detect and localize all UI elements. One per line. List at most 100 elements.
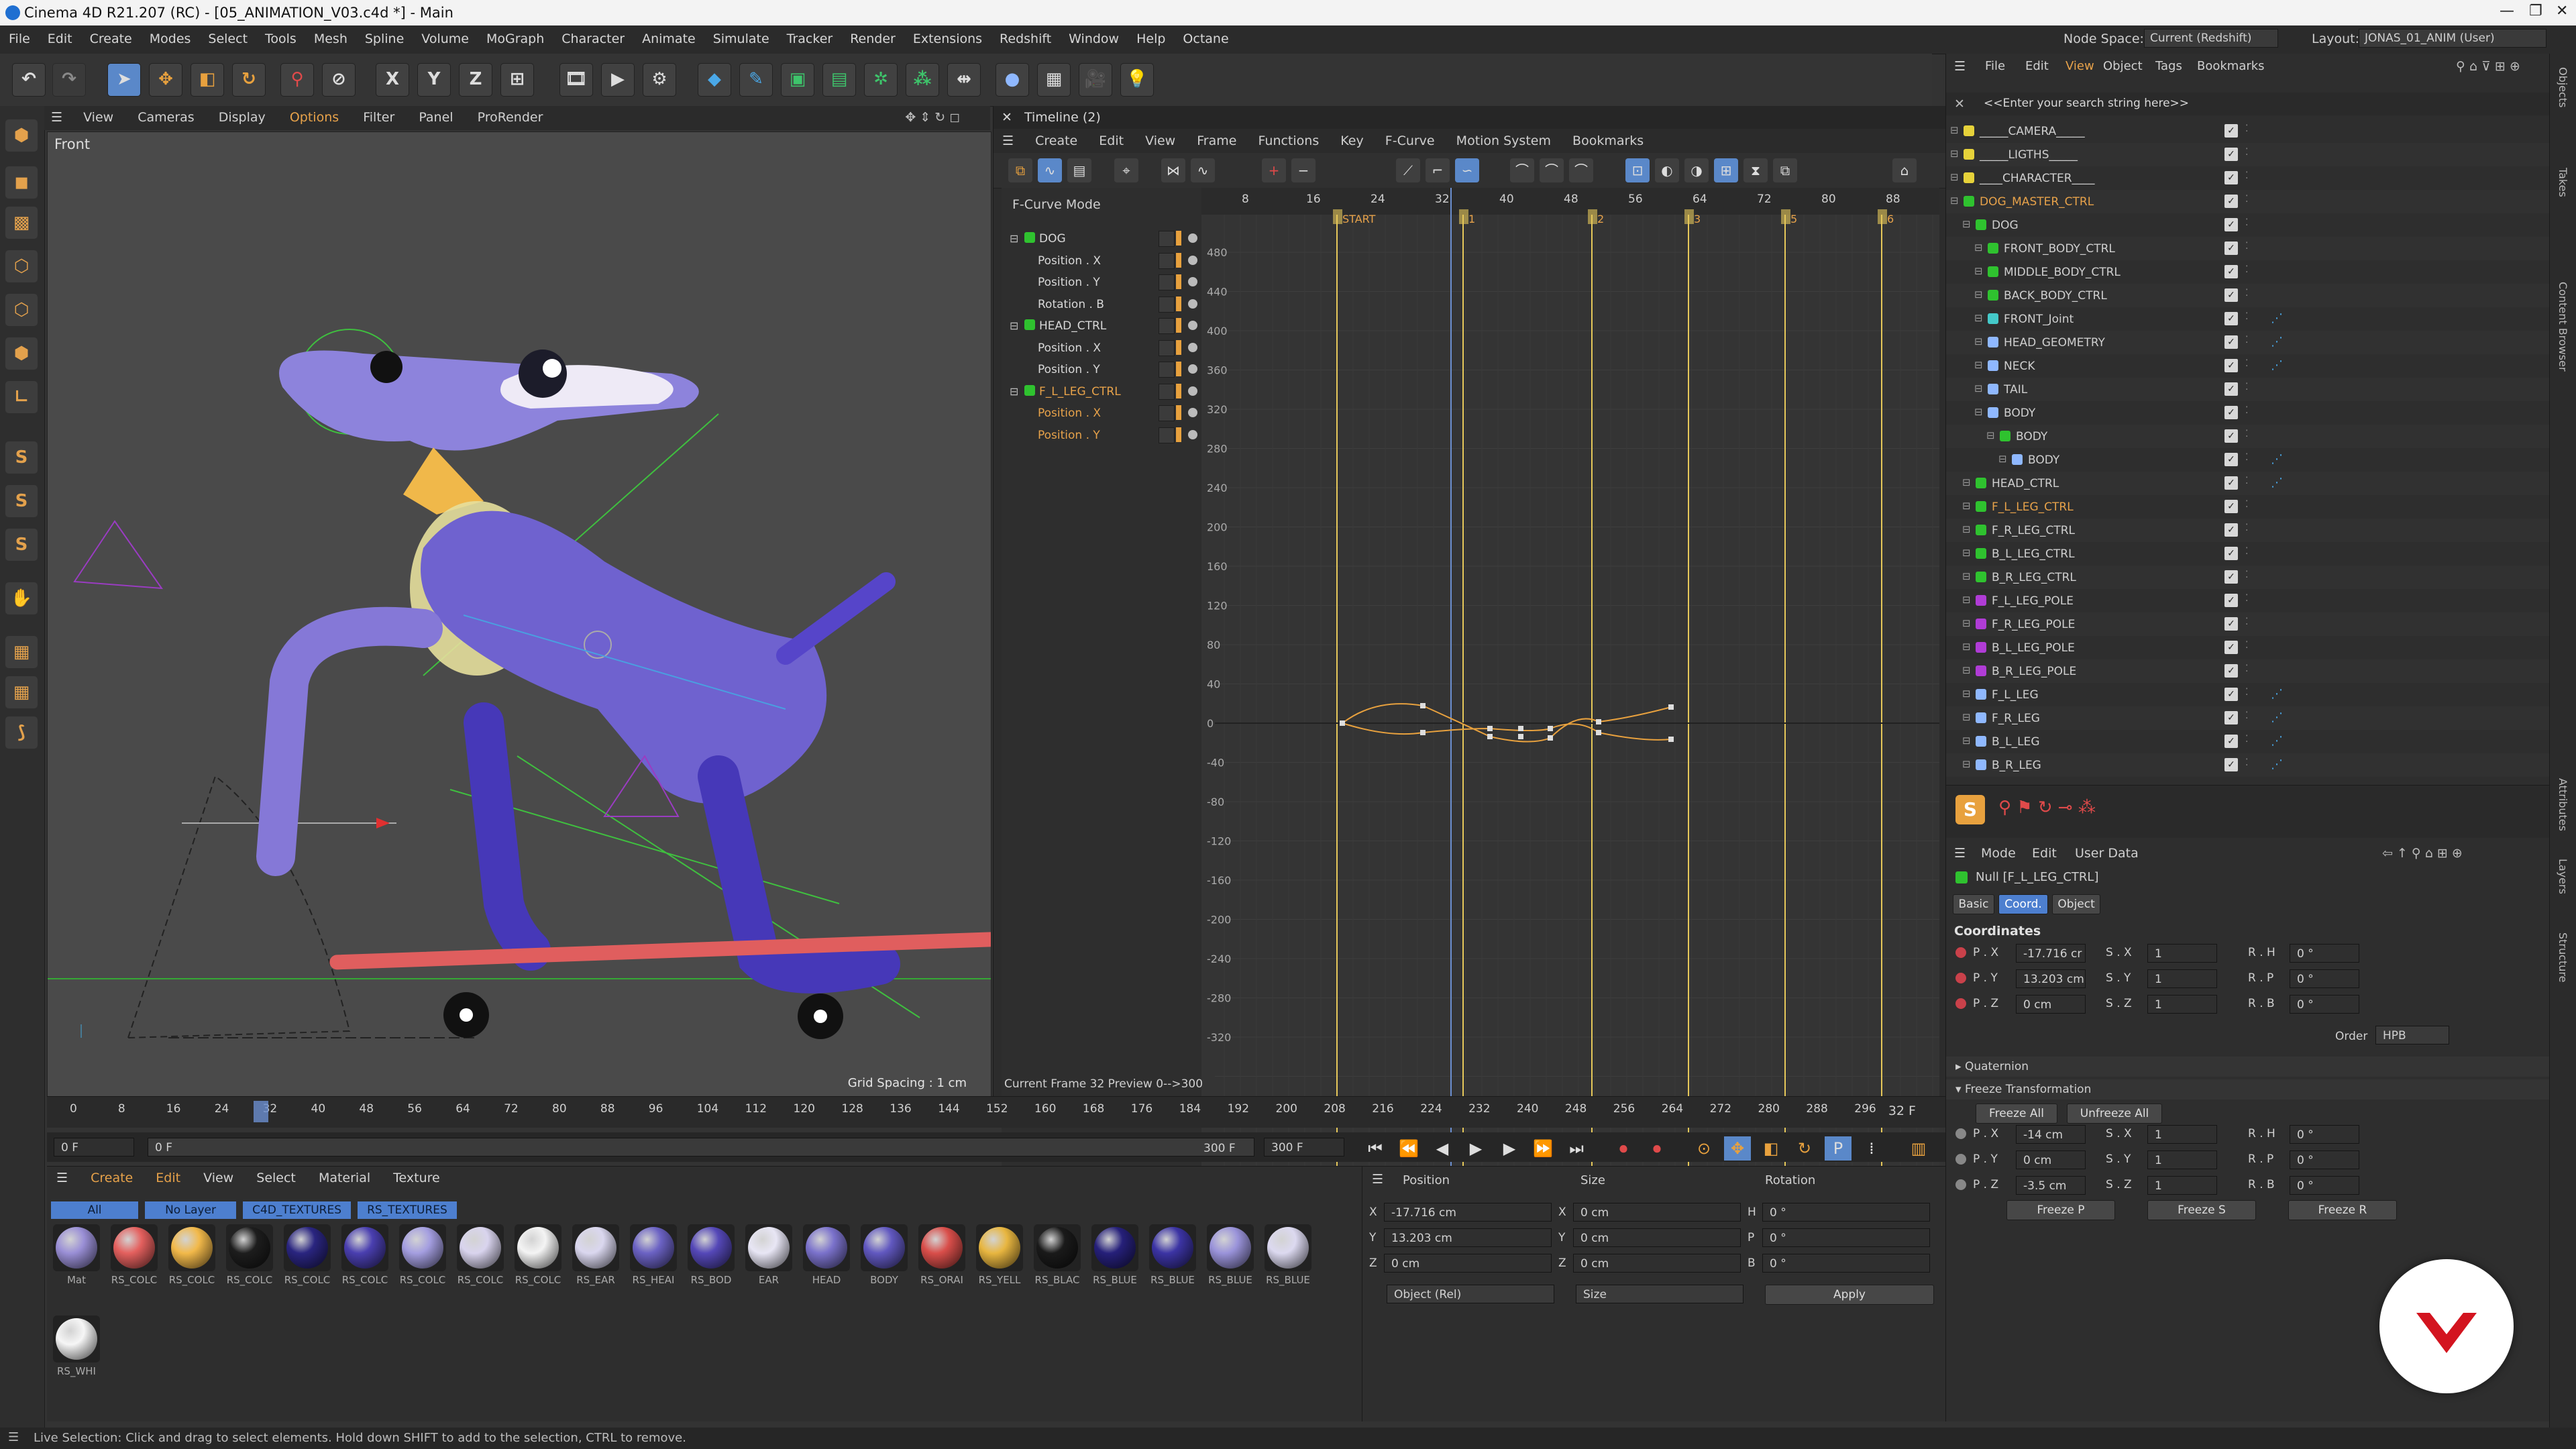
light-icon[interactable]: 💡 bbox=[1120, 63, 1154, 97]
keyframe-point[interactable] bbox=[1668, 737, 1674, 742]
menu-item-19[interactable]: Octane bbox=[1174, 25, 1237, 52]
keyframe-point[interactable] bbox=[1487, 734, 1493, 739]
render-dots-icon[interactable]: ⁚ bbox=[2245, 335, 2248, 345]
undo-icon[interactable]: ↶ bbox=[12, 63, 46, 97]
render-dots-icon[interactable]: ⁚ bbox=[2245, 570, 2248, 580]
tab-coord[interactable]: Coord. bbox=[1998, 894, 2049, 914]
render-dots-icon[interactable]: ⁚ bbox=[2245, 757, 2248, 768]
marker-flag[interactable] bbox=[1878, 209, 1887, 224]
visibility-toggle-icon[interactable]: ✓ bbox=[2224, 124, 2238, 138]
unfreeze-all-button[interactable]: Unfreeze All bbox=[2067, 1104, 2162, 1124]
expand-icon[interactable]: ⊟ bbox=[1974, 312, 1983, 324]
freeze-p-button[interactable]: Freeze P bbox=[2006, 1200, 2115, 1220]
restore-icon[interactable]: ❐ bbox=[2529, 3, 2542, 19]
attr-r-field[interactable]: 0 ° bbox=[2290, 1125, 2359, 1144]
object-row[interactable]: ⊟ B_R_LEG ✓ ⁚ ⋰ bbox=[1946, 753, 2550, 777]
freeze-section[interactable]: ▾ Freeze Transformation bbox=[1946, 1079, 2550, 1099]
floor-icon[interactable]: ▦ bbox=[1037, 63, 1071, 97]
material-swatch[interactable]: EAR bbox=[743, 1224, 794, 1286]
material-menu-select[interactable]: Select bbox=[247, 1167, 305, 1189]
spline-step-icon[interactable]: ⌐ bbox=[1426, 158, 1450, 182]
render-region-icon[interactable]: 🎞 bbox=[559, 63, 593, 97]
deformer-icon[interactable]: ⇹ bbox=[947, 63, 981, 97]
quaternion-section[interactable]: ▸ Quaternion bbox=[1946, 1057, 2550, 1077]
model-mode-icon[interactable]: ◼ bbox=[5, 166, 38, 199]
tab-no-layer[interactable]: No Layer bbox=[145, 1201, 237, 1219]
polygons-mode-icon[interactable]: ⬢ bbox=[5, 337, 38, 370]
show-all-icon[interactable]: ⊞ bbox=[1714, 158, 1738, 182]
freeze-s-button[interactable]: Freeze S bbox=[2147, 1200, 2256, 1220]
range-slider[interactable]: 0 F bbox=[148, 1138, 1254, 1157]
object-row[interactable]: ⊟ FRONT_BODY_CTRL ✓ ⁚ bbox=[1946, 237, 2550, 260]
render-dots-icon[interactable]: ⁚ bbox=[2245, 663, 2248, 674]
object-row[interactable]: ⊟ B_L_LEG ✓ ⁚ ⋰ bbox=[1946, 730, 2550, 753]
curve-filter-icon[interactable]: ∿ bbox=[1191, 158, 1215, 182]
redo-icon[interactable]: ↷ bbox=[52, 63, 86, 97]
object-row[interactable]: ⊟ _____CAMERA_____ ✓ ⁚ bbox=[1946, 119, 2550, 143]
keyframe-indicator-icon[interactable] bbox=[1955, 947, 1966, 958]
go-to-end-icon[interactable]: ⏭ bbox=[1563, 1136, 1590, 1161]
menu-item-15[interactable]: Extensions bbox=[904, 25, 991, 52]
material-swatch[interactable]: RS_BLUE bbox=[1263, 1224, 1313, 1286]
visibility-toggle-icon[interactable]: ✓ bbox=[2224, 664, 2238, 678]
hamburger-icon[interactable]: ☰ bbox=[1954, 59, 1966, 74]
menu-item-14[interactable]: Render bbox=[841, 25, 904, 52]
timeline-track[interactable]: Position . X bbox=[1002, 250, 1203, 270]
attr-s-field[interactable]: 1 bbox=[2147, 944, 2217, 963]
render-dots-icon[interactable]: ⁚ bbox=[2245, 264, 2248, 275]
tweak-icon[interactable]: ✋ bbox=[5, 582, 38, 614]
visibility-toggle-icon[interactable]: ✓ bbox=[2224, 735, 2238, 748]
ik-tag-icon[interactable]: ⋰ bbox=[2271, 452, 2283, 466]
lock-workplane-icon[interactable]: ⟆ bbox=[5, 716, 38, 749]
expand-icon[interactable]: ⊟ bbox=[1962, 476, 1971, 488]
material-swatch[interactable]: RS_HEAI bbox=[628, 1224, 679, 1286]
camera-icon[interactable]: 🎥 bbox=[1079, 63, 1112, 97]
expand-icon[interactable]: ⊟ bbox=[1962, 711, 1971, 723]
hamburger-icon[interactable]: ☰ bbox=[44, 107, 69, 127]
marker-flag[interactable] bbox=[1781, 209, 1790, 224]
attr-s-field[interactable]: 1 bbox=[2147, 1176, 2217, 1195]
coord-size-mode-select[interactable]: Size bbox=[1576, 1285, 1743, 1303]
close-icon[interactable]: ✕ bbox=[2556, 3, 2568, 19]
tab-c4d-textures[interactable]: C4D_TEXTURES bbox=[243, 1201, 352, 1219]
viewport-menu-prorender[interactable]: ProRender bbox=[468, 106, 553, 129]
visibility-toggle-icon[interactable]: ✓ bbox=[2224, 406, 2238, 419]
previous-key-icon[interactable]: ⏪ bbox=[1395, 1136, 1422, 1161]
node-space-select[interactable]: Current (Redshift) bbox=[2144, 29, 2278, 48]
expand-icon[interactable]: ⊟ bbox=[1962, 547, 1971, 559]
floor-grid-icon[interactable]: ▦ bbox=[5, 636, 38, 668]
object-row[interactable]: ⊟ ____CHARACTER____ ✓ ⁚ bbox=[1946, 166, 2550, 190]
object-menu-item[interactable]: Tags bbox=[2155, 59, 2182, 73]
track-enable-icon[interactable] bbox=[1159, 383, 1175, 400]
visibility-toggle-icon[interactable]: ✓ bbox=[2224, 641, 2238, 654]
coord-rotation-field[interactable]: 0 ° bbox=[1762, 1254, 1930, 1273]
expand-icon[interactable]: ⊟ bbox=[1962, 641, 1971, 653]
expand-icon[interactable]: ⊟ bbox=[1962, 594, 1971, 606]
material-swatch[interactable]: HEAD bbox=[801, 1224, 852, 1286]
timeline-track[interactable]: Position . X bbox=[1002, 337, 1203, 358]
mograph-icon[interactable]: ⁂ bbox=[906, 63, 939, 97]
expand-icon[interactable]: ⊟ bbox=[1974, 335, 1983, 347]
spline-soft-icon[interactable]: ∽ bbox=[1455, 158, 1479, 182]
attr-p-field[interactable]: -17.716 cr bbox=[2016, 944, 2086, 963]
close-search-icon[interactable]: ✕ bbox=[1954, 97, 1965, 111]
ease-in-icon[interactable]: ⌒ bbox=[1510, 158, 1534, 182]
object-menu-item[interactable]: View bbox=[2065, 59, 2094, 73]
menu-item-12[interactable]: Simulate bbox=[704, 25, 778, 52]
visibility-toggle-icon[interactable]: ✓ bbox=[2224, 711, 2238, 724]
keyframe-indicator-icon[interactable] bbox=[1955, 1128, 1966, 1139]
viewport-menu-view[interactable]: View bbox=[73, 106, 123, 129]
object-row[interactable]: ⊟ F_L_LEG ✓ ⁚ ⋰ bbox=[1946, 683, 2550, 706]
object-row[interactable]: ⊟ F_L_LEG_POLE ✓ ⁚ bbox=[1946, 589, 2550, 612]
attr-p-field[interactable]: 0 cm bbox=[2016, 995, 2086, 1014]
object-row[interactable]: ⊟ B_R_LEG_POLE ✓ ⁚ bbox=[1946, 659, 2550, 683]
expand-icon[interactable]: ⊟ bbox=[1974, 406, 1983, 418]
material-swatch[interactable]: RS_BLUE bbox=[1147, 1224, 1198, 1286]
manager-tab[interactable]: Attributes bbox=[2557, 778, 2569, 831]
timeline-window-icon[interactable]: ▥ bbox=[1905, 1136, 1932, 1161]
coord-rotation-field[interactable]: 0 ° bbox=[1762, 1203, 1930, 1222]
manager-tab[interactable]: Objects bbox=[2557, 67, 2569, 107]
material-swatch[interactable]: RS_COLC bbox=[282, 1224, 333, 1286]
timeline-menu-functions[interactable]: Functions bbox=[1250, 129, 1328, 153]
expand-icon[interactable]: ⊟ bbox=[1986, 429, 1995, 441]
